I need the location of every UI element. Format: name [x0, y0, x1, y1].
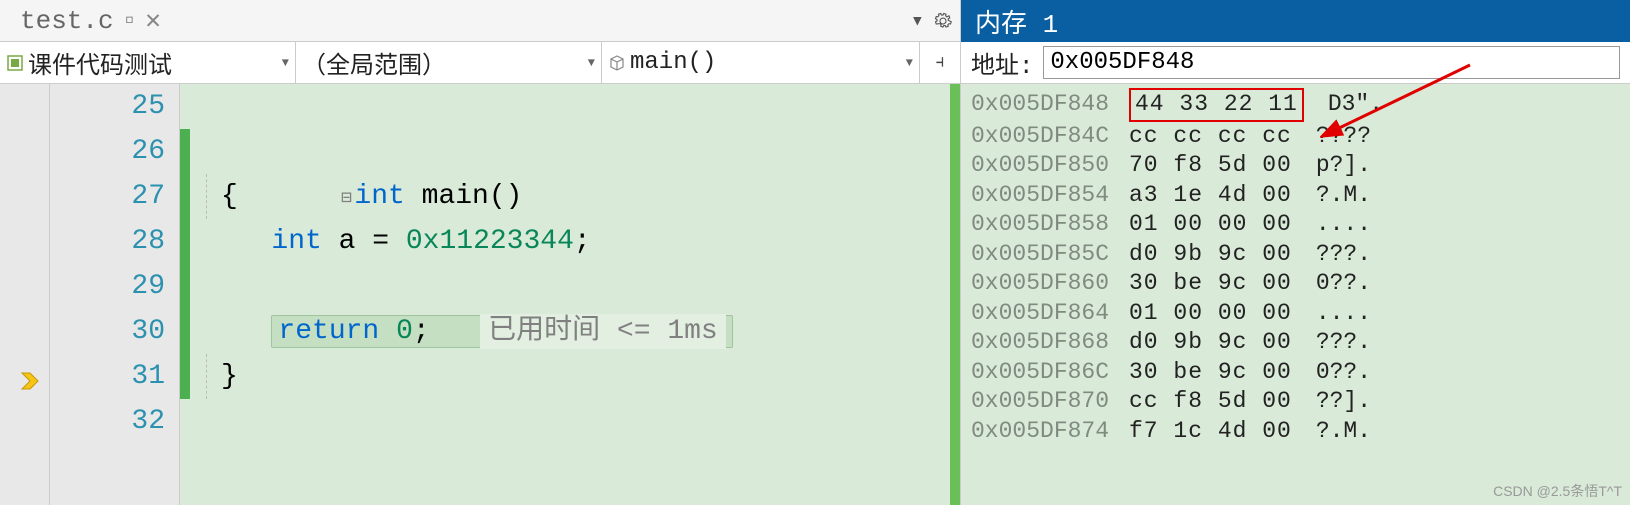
- tab-filename: test.c: [20, 6, 114, 36]
- memory-row[interactable]: 0x005DF874 f7 1c 4d 00 ?.M.: [971, 417, 1620, 447]
- memory-ascii: ????: [1316, 122, 1371, 152]
- memory-ascii: p?].: [1316, 151, 1371, 181]
- memory-bytes: d0 9b 9c 00: [1129, 328, 1292, 358]
- line-number: 25: [50, 84, 165, 129]
- memory-ascii: ?.M.: [1316, 181, 1371, 211]
- memory-row[interactable]: 0x005DF854 a3 1e 4d 00 ?.M.: [971, 181, 1620, 211]
- memory-ascii: 0??.: [1316, 269, 1371, 299]
- memory-ascii: ?.M.: [1316, 417, 1371, 447]
- memory-row[interactable]: 0x005DF868 d0 9b 9c 00???.: [971, 328, 1620, 358]
- split-view-icon[interactable]: ⫞: [920, 42, 960, 83]
- chevron-down-icon: ▼: [906, 56, 913, 70]
- memory-address: 0x005DF86C: [971, 358, 1111, 388]
- pin-icon[interactable]: ▫: [122, 6, 138, 36]
- watermark: CSDN @2.5条悟T^T: [1493, 481, 1622, 501]
- memory-address: 0x005DF860: [971, 269, 1111, 299]
- memory-bytes: cc f8 5d 00: [1129, 387, 1292, 417]
- code-line: int a = 0x11223344;: [204, 219, 950, 264]
- cube-icon: [608, 54, 626, 72]
- memory-address: 0x005DF850: [971, 151, 1111, 181]
- memory-row[interactable]: 0x005DF850 70 f8 5d 00 p?].: [971, 151, 1620, 181]
- project-selector[interactable]: 课件代码测试 ▼: [0, 42, 296, 83]
- memory-row[interactable]: 0x005DF848 44 33 22 11 D3".: [971, 88, 1620, 122]
- function-selector-label: main(): [630, 49, 716, 76]
- memory-address: 0x005DF868: [971, 328, 1111, 358]
- memory-address: 0x005DF864: [971, 299, 1111, 329]
- glyph-margin: [0, 84, 50, 505]
- code-editor-pane: test.c ▫ ✕ ▾ 课件代码测试 ▼ （全局范围） ▼ main(: [0, 0, 961, 505]
- memory-ascii: ???.: [1316, 240, 1371, 270]
- address-bar: 地址:: [961, 42, 1630, 84]
- line-number: 27: [50, 174, 165, 219]
- selector-bar: 课件代码测试 ▼ （全局范围） ▼ main() ▼ ⫞: [0, 42, 960, 84]
- memory-bytes: 30 be 9c 00: [1129, 358, 1292, 388]
- memory-bytes: cc cc cc cc: [1129, 122, 1292, 152]
- debug-marker-bar: [950, 84, 960, 505]
- line-number: 28: [50, 219, 165, 264]
- memory-address: 0x005DF874: [971, 417, 1111, 447]
- address-input[interactable]: [1043, 46, 1620, 79]
- memory-ascii: ??].: [1316, 387, 1371, 417]
- memory-bytes: 01 00 00 00: [1129, 299, 1292, 329]
- file-tab[interactable]: test.c ▫ ✕: [12, 1, 169, 40]
- memory-ascii: ....: [1316, 210, 1371, 240]
- line-number: 32: [50, 399, 165, 444]
- function-selector[interactable]: main() ▼: [602, 42, 920, 83]
- scope-selector[interactable]: （全局范围） ▼: [296, 42, 602, 83]
- line-number: 31: [50, 354, 165, 399]
- memory-bytes: 70 f8 5d 00: [1129, 151, 1292, 181]
- memory-bytes: 30 be 9c 00: [1129, 269, 1292, 299]
- project-icon: [6, 54, 24, 72]
- memory-bytes: f7 1c 4d 00: [1129, 417, 1292, 447]
- memory-ascii: ???.: [1316, 328, 1371, 358]
- memory-bytes: 44 33 22 11: [1129, 88, 1304, 122]
- memory-address: 0x005DF870: [971, 387, 1111, 417]
- code-line-current: return 0; 已用时间 <= 1ms: [204, 309, 950, 354]
- execution-pointer-icon: [20, 369, 40, 400]
- memory-row[interactable]: 0x005DF864 01 00 00 00....: [971, 299, 1620, 329]
- code-editor[interactable]: 25 26 27 28 29 30 31 32 ⊟int main() {: [0, 84, 960, 505]
- memory-row[interactable]: 0x005DF86C 30 be 9c 00 0??.: [971, 358, 1620, 388]
- project-selector-label: 课件代码测试: [28, 45, 172, 81]
- memory-panel: 内存 1 地址: 0x005DF84844 33 22 11D3".0x005D…: [961, 0, 1630, 505]
- close-icon[interactable]: ✕: [145, 5, 161, 36]
- memory-row[interactable]: 0x005DF84C cc cc cc cc????: [971, 122, 1620, 152]
- memory-address: 0x005DF84C: [971, 122, 1111, 152]
- memory-bytes: d0 9b 9c 00: [1129, 240, 1292, 270]
- memory-address: 0x005DF848: [971, 90, 1111, 120]
- tab-overflow-icon[interactable]: ▾: [911, 8, 924, 34]
- memory-address: 0x005DF854: [971, 181, 1111, 211]
- memory-address: 0x005DF85C: [971, 240, 1111, 270]
- memory-address: 0x005DF858: [971, 210, 1111, 240]
- memory-grid[interactable]: 0x005DF848 44 33 22 11 D3". 0x005DF84C cc cc…: [961, 84, 1630, 505]
- memory-row[interactable]: 0x005DF85C d0 9b 9c 00???.: [971, 240, 1620, 270]
- address-label: 地址:: [971, 45, 1033, 81]
- line-number: 30: [50, 309, 165, 354]
- line-number: 26: [50, 129, 165, 174]
- memory-ascii: 0??.: [1316, 358, 1371, 388]
- memory-row[interactable]: 0x005DF858 01 00 00 00....: [971, 210, 1620, 240]
- fold-minus-icon[interactable]: ⊟: [338, 177, 354, 222]
- code-line: ⊟int main(): [204, 129, 950, 174]
- perf-hint: 已用时间 <= 1ms: [480, 314, 726, 349]
- memory-bytes: a3 1e 4d 00: [1129, 181, 1292, 211]
- scope-selector-label: （全局范围）: [302, 45, 446, 81]
- memory-row[interactable]: 0x005DF860 30 be 9c 00 0??.: [971, 269, 1620, 299]
- code-content[interactable]: ⊟int main() { int a = 0x11223344; return…: [190, 84, 950, 505]
- memory-row[interactable]: 0x005DF870 cc f8 5d 00??].: [971, 387, 1620, 417]
- gear-icon[interactable]: [934, 12, 952, 30]
- modification-bar: [180, 84, 190, 505]
- memory-bytes: 01 00 00 00: [1129, 210, 1292, 240]
- code-line: [204, 264, 950, 309]
- code-line: }: [204, 354, 950, 399]
- memory-panel-title: 内存 1: [961, 0, 1630, 42]
- line-number-gutter: 25 26 27 28 29 30 31 32: [50, 84, 180, 505]
- chevron-down-icon: ▼: [588, 56, 595, 70]
- memory-ascii: D3".: [1328, 90, 1383, 120]
- chevron-down-icon: ▼: [282, 56, 289, 70]
- memory-ascii: ....: [1316, 299, 1371, 329]
- line-number: 29: [50, 264, 165, 309]
- tab-bar: test.c ▫ ✕ ▾: [0, 0, 960, 42]
